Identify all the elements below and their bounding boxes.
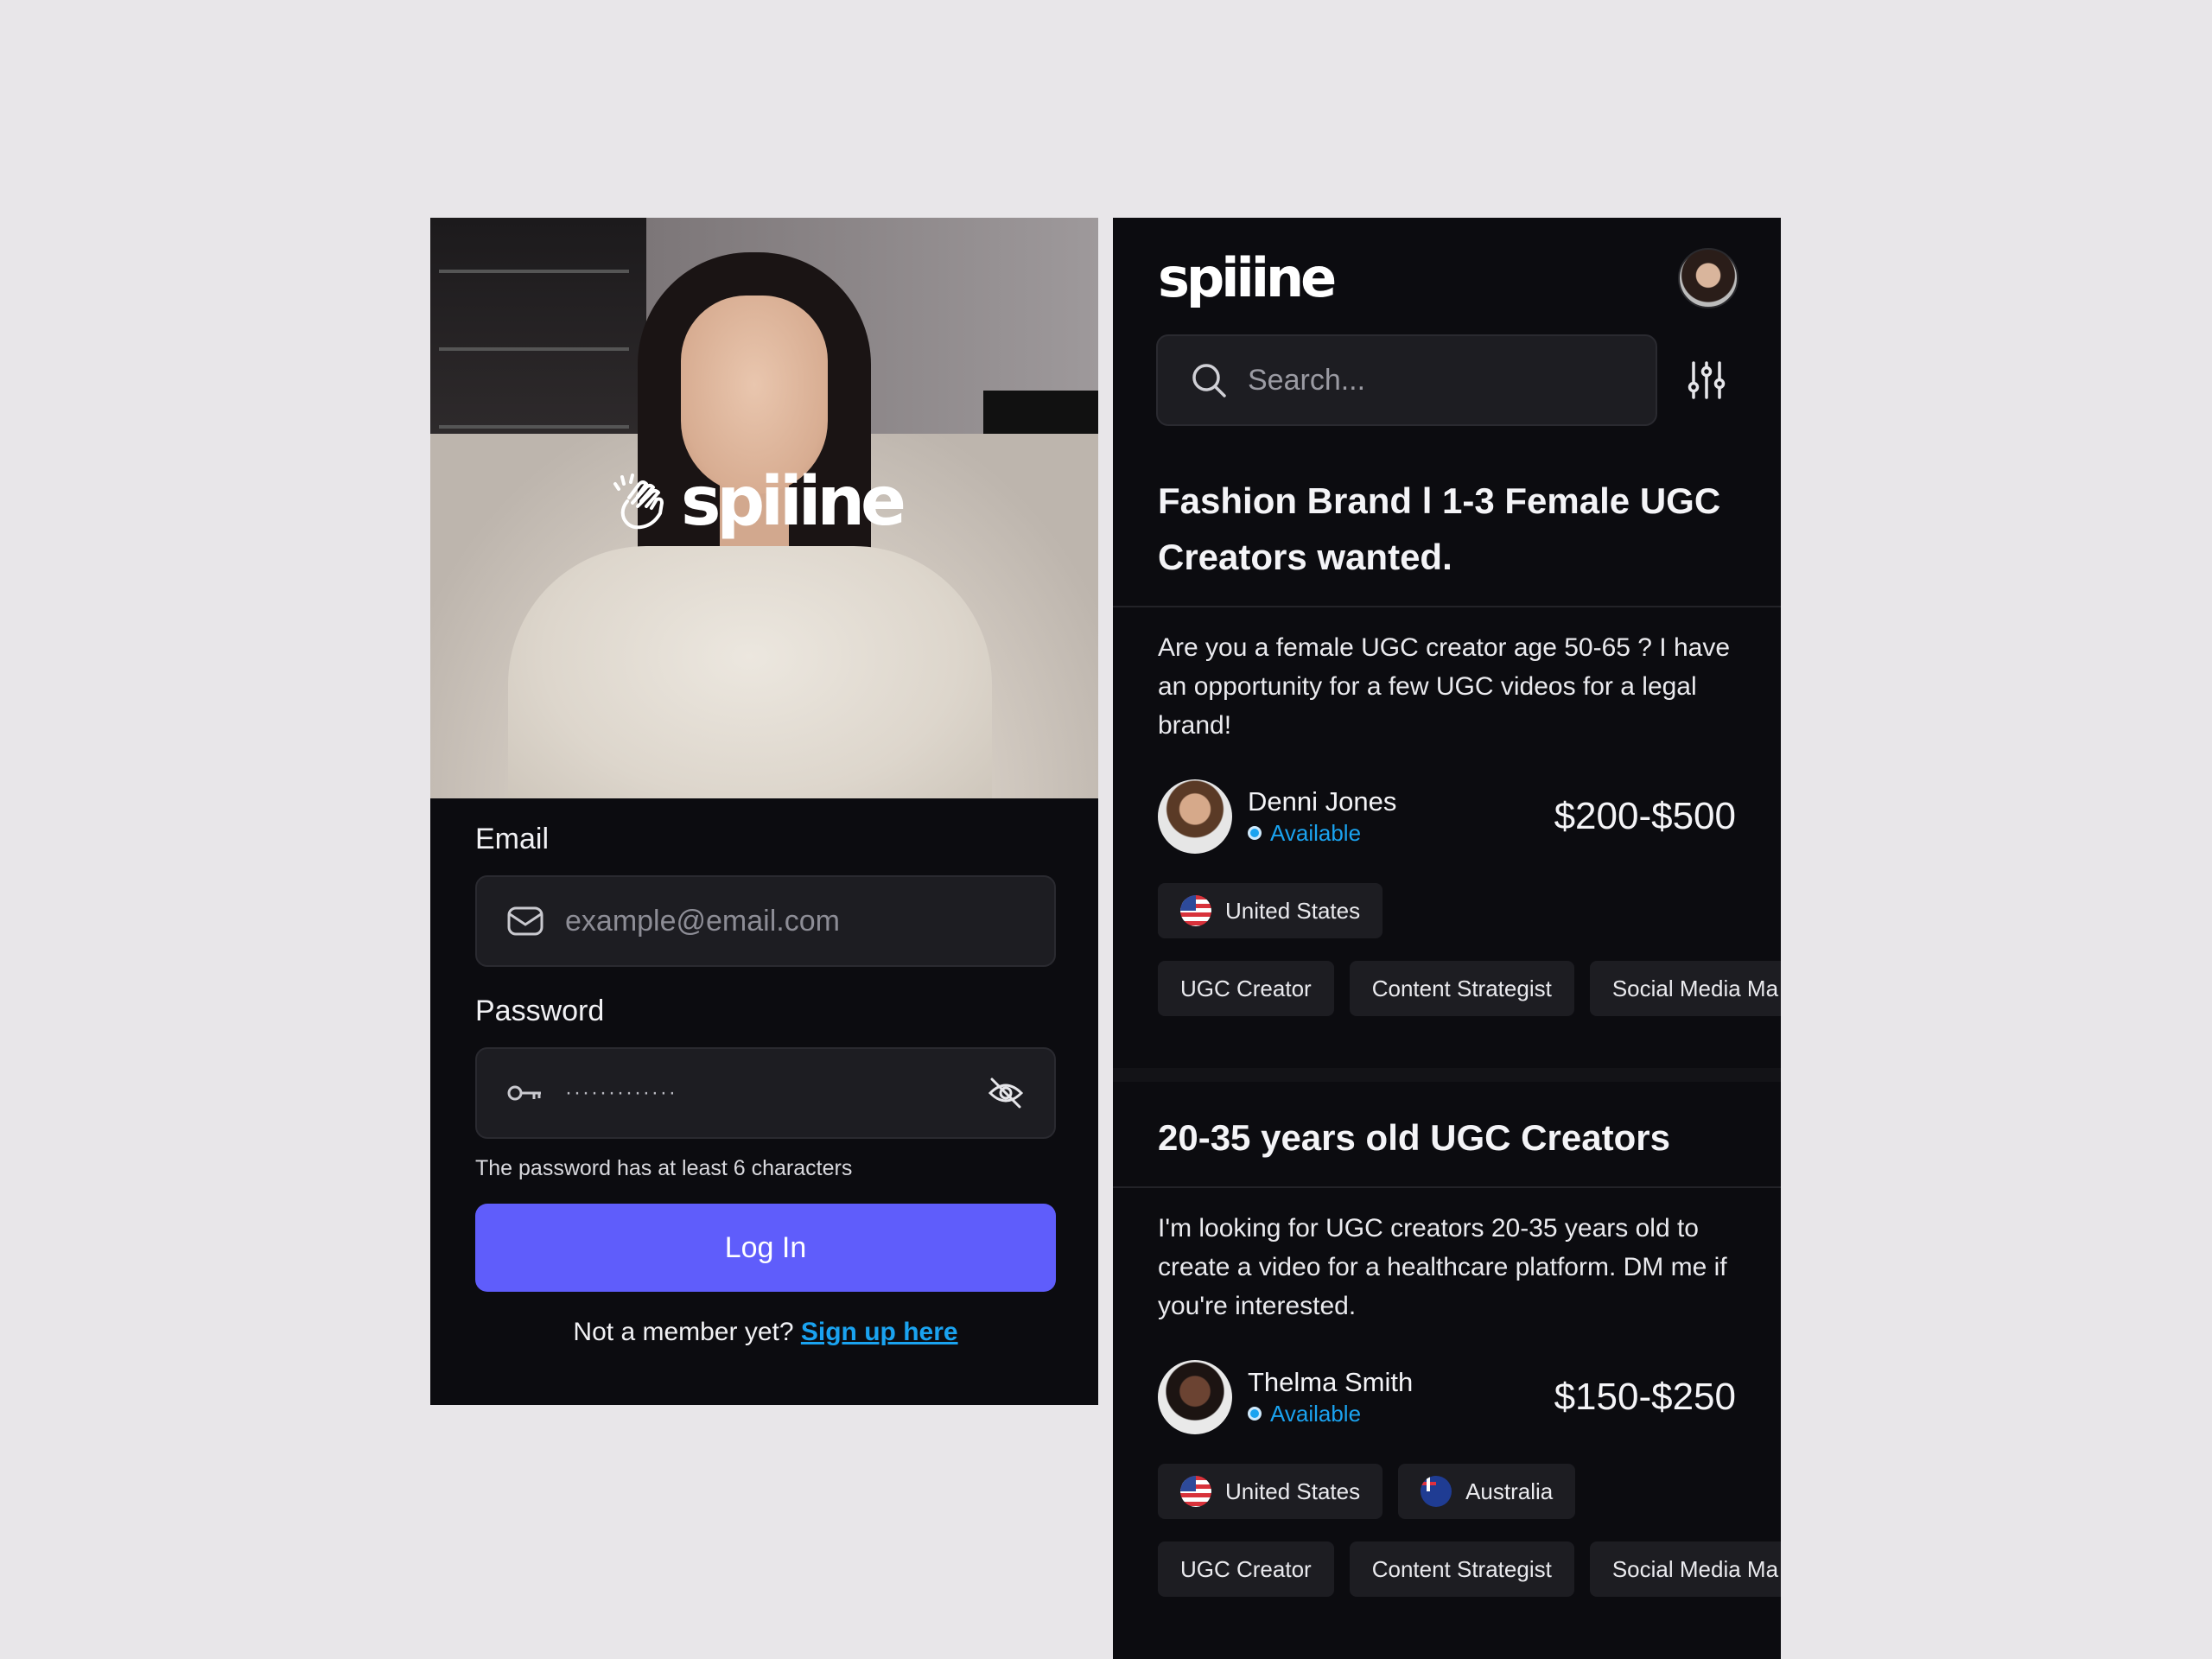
- post-description: I'm looking for UGC creators 20-35 years…: [1158, 1214, 1727, 1320]
- email-field[interactable]: example@email.com: [475, 875, 1056, 967]
- status-dot-icon: [1248, 1407, 1262, 1421]
- author-name[interactable]: Denni Jones: [1248, 785, 1554, 818]
- tag-chip[interactable]: Social Media Ma: [1589, 961, 1781, 1016]
- search-row: Search...: [1156, 334, 1737, 426]
- email-placeholder: example@email.com: [565, 904, 840, 938]
- post-title: Fashion Brand l 1-3 Female UGC Creators …: [1158, 480, 1721, 577]
- feed-panel: spiiine Search... Fashion Brand l 1-3 Fe…: [1113, 218, 1781, 1659]
- location-chips: United States Australia: [1113, 1464, 1781, 1519]
- location-chip[interactable]: Australia: [1398, 1464, 1576, 1519]
- post-card[interactable]: Fashion Brand l 1-3 Female UGC Creators …: [1113, 473, 1781, 1016]
- status-badge: Available: [1248, 1399, 1554, 1428]
- tag-chips: UGC Creator Content Strategist Social Me…: [1113, 1541, 1781, 1597]
- tag-chip[interactable]: UGC Creator: [1158, 961, 1334, 1016]
- brand-wordmark[interactable]: spiiine: [1158, 251, 1337, 305]
- location-chip[interactable]: United States: [1158, 1464, 1383, 1519]
- location-chips: United States: [1113, 883, 1781, 938]
- author-avatar[interactable]: [1158, 779, 1232, 854]
- search-input[interactable]: Search...: [1156, 334, 1657, 426]
- post-author: Thelma Smith Available $150-$250: [1113, 1360, 1781, 1434]
- brand-wordmark: spiiine: [681, 463, 906, 541]
- post-title: 20-35 years old UGC Creators: [1158, 1117, 1670, 1158]
- tag-chip[interactable]: Content Strategist: [1349, 961, 1574, 1016]
- user-avatar[interactable]: [1678, 248, 1738, 308]
- post-card[interactable]: 20-35 years old UGC Creators I'm looking…: [1113, 1109, 1781, 1597]
- feed-header: spiiine: [1158, 244, 1738, 313]
- status-badge: Available: [1248, 818, 1554, 848]
- post-author: Denni Jones Available $200-$500: [1113, 779, 1781, 854]
- post-price: $200-$500: [1554, 795, 1736, 837]
- login-panel: spiiine Email example@email.com Password…: [430, 218, 1098, 1405]
- author-name[interactable]: Thelma Smith: [1248, 1366, 1554, 1399]
- us-flag-icon: [1180, 1476, 1211, 1507]
- tag-chip[interactable]: Content Strategist: [1349, 1541, 1574, 1597]
- filter-sliders-icon[interactable]: [1687, 359, 1726, 401]
- post-description: Are you a female UGC creator age 50-65 ?…: [1158, 633, 1731, 740]
- clap-icon: [613, 474, 664, 530]
- post-price: $150-$250: [1554, 1376, 1736, 1418]
- us-flag-icon: [1180, 895, 1211, 926]
- author-avatar[interactable]: [1158, 1360, 1232, 1434]
- password-field[interactable]: ·············: [475, 1047, 1056, 1139]
- signup-prompt: Not a member yet?: [573, 1318, 794, 1346]
- password-hint: The password has at least 6 characters: [475, 1156, 853, 1180]
- tag-chips: UGC Creator Content Strategist Social Me…: [1113, 961, 1781, 1016]
- login-form: Email example@email.com Password ·······…: [475, 823, 1056, 1347]
- eye-off-icon[interactable]: [987, 1076, 1025, 1110]
- tag-chip[interactable]: UGC Creator: [1158, 1541, 1334, 1597]
- australia-flag-icon: [1421, 1476, 1452, 1507]
- status-dot-icon: [1248, 826, 1262, 840]
- mail-icon: [507, 906, 543, 936]
- tag-chip[interactable]: Social Media Ma: [1589, 1541, 1781, 1597]
- login-button[interactable]: Log In: [475, 1204, 1056, 1292]
- search-icon: [1192, 364, 1226, 397]
- post-separator: [1113, 1068, 1781, 1082]
- search-placeholder: Search...: [1248, 363, 1366, 397]
- signup-row: Not a member yet? Sign up here: [475, 1318, 1056, 1347]
- hero-photo: spiiine: [430, 218, 1098, 798]
- password-value: ·············: [565, 1081, 677, 1104]
- hero-logo: spiiine: [612, 463, 906, 541]
- email-label: Email: [475, 823, 550, 855]
- key-icon: [507, 1085, 541, 1101]
- password-label: Password: [475, 995, 605, 1027]
- signup-link[interactable]: Sign up here: [801, 1318, 958, 1346]
- location-chip[interactable]: United States: [1158, 883, 1383, 938]
